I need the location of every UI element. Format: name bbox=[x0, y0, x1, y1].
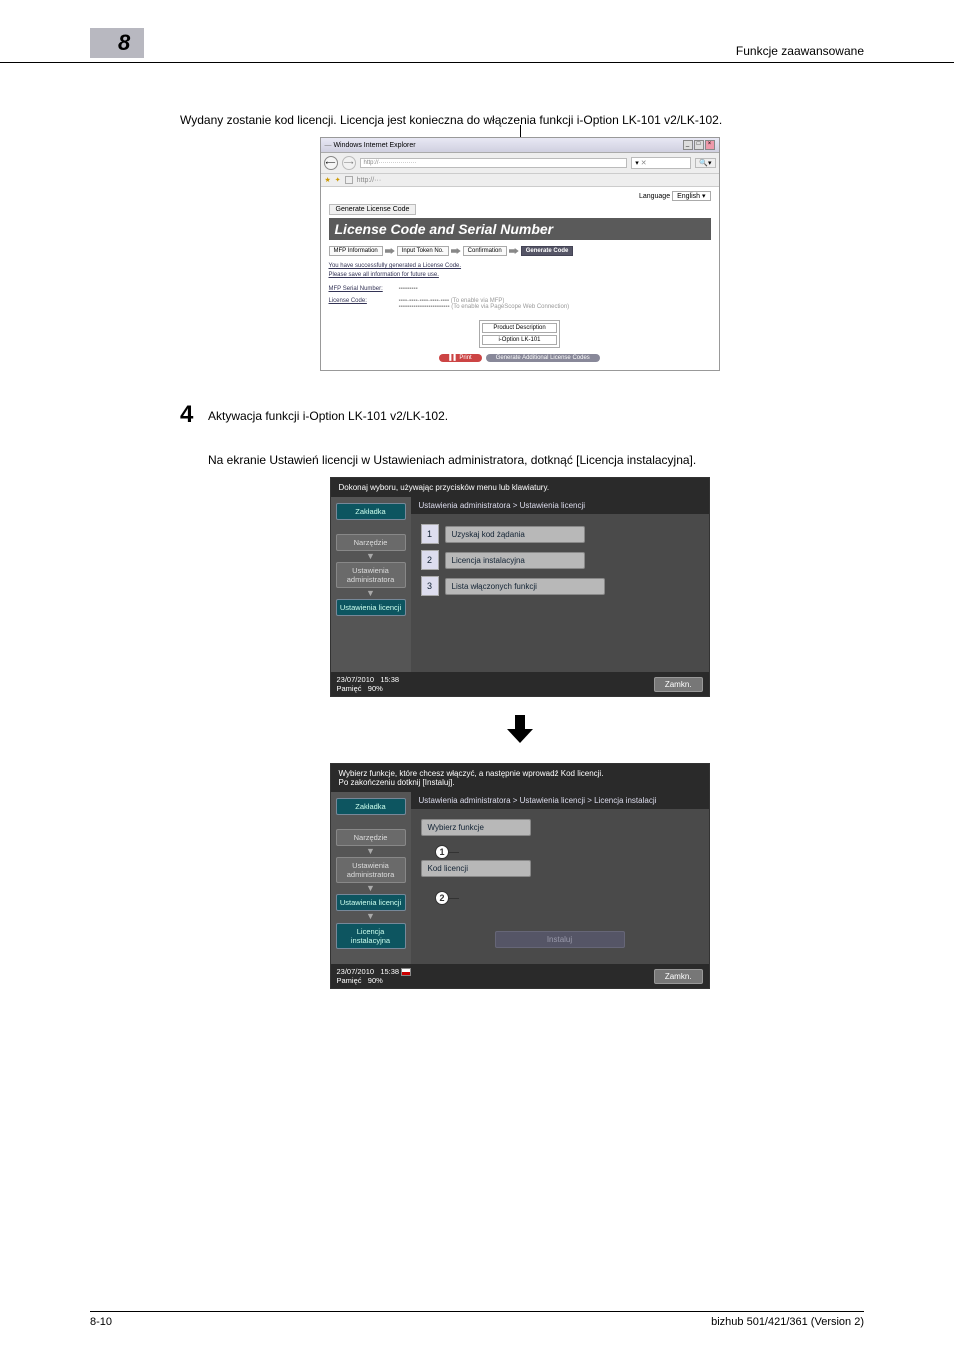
print-button[interactable]: ▌▌ Print bbox=[439, 354, 482, 362]
menu-index-3: 3 bbox=[421, 576, 439, 596]
arrow-down-icon bbox=[507, 715, 533, 745]
menu-enabled-functions[interactable]: Lista włączonych funkcji bbox=[445, 578, 605, 595]
success-msg-1: You have successfully generated a Licens… bbox=[329, 262, 711, 271]
success-msg-2: Please save all information for future u… bbox=[329, 271, 711, 280]
side-tab-zakladka[interactable]: Zakładka bbox=[336, 503, 406, 520]
status-flag-icon bbox=[401, 968, 411, 976]
serial-label: MFP Serial Number: bbox=[329, 286, 399, 292]
language-select[interactable]: English ▾ bbox=[672, 191, 710, 201]
product-desc-value: i-Option LK-101 bbox=[482, 335, 556, 345]
close-icon[interactable]: × bbox=[705, 140, 715, 150]
browser-title: — Windows Internet Explorer bbox=[325, 142, 416, 149]
language-label: Language bbox=[639, 193, 670, 200]
menu-index-2: 2 bbox=[421, 550, 439, 570]
wizard-steps: MFP Information Input Token No. Confirma… bbox=[329, 246, 711, 256]
panel2-date: 23/07/2010 bbox=[337, 967, 375, 976]
generate-more-button[interactable]: Generate Additional License Codes bbox=[486, 354, 600, 362]
step-text: Aktywacja funkcji i-Option LK-101 v2/LK-… bbox=[208, 401, 448, 429]
forward-icon[interactable]: ⟶ bbox=[342, 156, 356, 170]
substep-text: Na ekranie Ustawień licencji w Ustawieni… bbox=[208, 453, 859, 467]
arrow-down-icon: ▼ bbox=[336, 590, 406, 597]
side-item-license[interactable]: Ustawienia licencji bbox=[336, 599, 406, 616]
page-tab-label: http://··· bbox=[357, 177, 382, 184]
breadcrumb: Ustawienia administratora > Ustawienia l… bbox=[411, 497, 709, 514]
side-item-admin[interactable]: Ustawienia administratora bbox=[336, 562, 406, 588]
callout-1-line bbox=[449, 852, 459, 853]
select-functions-button[interactable]: Wybierz funkcje bbox=[421, 819, 531, 836]
mfp-panel-2: Wybierz funkcje, które chcesz włączyć, a… bbox=[330, 763, 710, 989]
product-name: bizhub 501/421/361 (Version 2) bbox=[711, 1316, 864, 1328]
callout-1: 1 bbox=[435, 845, 449, 859]
license-section-title: License Code and Serial Number bbox=[329, 218, 711, 240]
section-title: Funkcje zaawansowane bbox=[736, 44, 864, 58]
arrow-down-icon: ▼ bbox=[336, 913, 406, 920]
wizard-step-confirm: Confirmation bbox=[463, 246, 507, 256]
search-box[interactable]: ▾✕ bbox=[631, 157, 691, 169]
chevron-right-icon bbox=[451, 248, 461, 254]
chevron-right-icon bbox=[385, 248, 395, 254]
arrow-down-icon: ▼ bbox=[336, 553, 406, 560]
side-item-install-license[interactable]: Licencja instalacyjna bbox=[336, 923, 406, 949]
chapter-number: 8 bbox=[90, 28, 144, 58]
page-tab[interactable] bbox=[345, 176, 353, 184]
panel1-mem-label: Pamięć bbox=[337, 684, 362, 693]
wizard-step-generate: Generate Code bbox=[521, 246, 574, 256]
search-go-icon[interactable]: 🔍▾ bbox=[695, 158, 715, 168]
side-item-narzedzie[interactable]: Narzędzie bbox=[336, 534, 406, 551]
side-item-admin[interactable]: Ustawienia administratora bbox=[336, 857, 406, 883]
breadcrumb: Ustawienia administratora > Ustawienia l… bbox=[411, 792, 709, 809]
license-code-label: License Code: bbox=[329, 298, 399, 310]
menu-request-code[interactable]: Uzyskaj kod żądania bbox=[445, 526, 585, 543]
panel2-mem-val: 90% bbox=[368, 976, 383, 985]
close-button[interactable]: Zamkn. bbox=[654, 677, 703, 692]
favorites-star-icon[interactable]: ★ bbox=[325, 176, 331, 184]
mfp-panel-1: Dokonaj wyboru, używając przycisków menu… bbox=[330, 477, 710, 697]
arrow-down-icon: ▼ bbox=[336, 848, 406, 855]
panel1-date: 23/07/2010 bbox=[337, 675, 375, 684]
panel1-mem-val: 90% bbox=[368, 684, 383, 693]
serial-value: ▪▪▪▪▪▪▪▪▪ bbox=[399, 286, 418, 292]
callout-2: 2 bbox=[435, 891, 449, 905]
url-bar[interactable]: http://··················· bbox=[360, 158, 628, 168]
browser-window: — Windows Internet Explorer _ □ × ⟵ ⟶ ht… bbox=[320, 137, 720, 371]
wizard-step-token: Input Token No. bbox=[397, 246, 449, 256]
back-icon[interactable]: ⟵ bbox=[324, 156, 338, 170]
generate-license-tab[interactable]: Generate License Code bbox=[329, 204, 417, 215]
panel1-instruction: Dokonaj wyboru, używając przycisków menu… bbox=[331, 478, 709, 497]
menu-install-license[interactable]: Licencja instalacyjna bbox=[445, 552, 585, 569]
menu-index-1: 1 bbox=[421, 524, 439, 544]
side-tab-zakladka[interactable]: Zakładka bbox=[336, 798, 406, 815]
license-code-value: ▪▪▪▪-▪▪▪▪-▪▪▪▪-▪▪▪▪-▪▪▪▪ (To enable via … bbox=[399, 298, 570, 310]
minimize-icon[interactable]: _ bbox=[683, 140, 693, 150]
callout-2-line bbox=[449, 898, 459, 899]
product-desc-header: Product Description bbox=[482, 323, 556, 333]
side-item-narzedzie[interactable]: Narzędzie bbox=[336, 829, 406, 846]
panel2-time: 15:38 bbox=[380, 967, 399, 976]
panel2-instruction: Wybierz funkcje, które chcesz włączyć, a… bbox=[331, 764, 709, 792]
page-number: 8-10 bbox=[90, 1316, 112, 1328]
add-favorite-icon[interactable]: ✦ bbox=[335, 176, 341, 184]
product-table: Product Description i-Option LK-101 bbox=[479, 320, 559, 348]
license-code-button[interactable]: Kod licencji bbox=[421, 860, 531, 877]
maximize-icon[interactable]: □ bbox=[694, 140, 704, 150]
panel2-mem-label: Pamięć bbox=[337, 976, 362, 985]
arrow-down-icon: ▼ bbox=[336, 885, 406, 892]
chevron-right-icon bbox=[509, 248, 519, 254]
side-item-license[interactable]: Ustawienia licencji bbox=[336, 894, 406, 911]
step-number: 4 bbox=[180, 401, 208, 429]
wizard-step-mfp-info: MFP Information bbox=[329, 246, 383, 256]
install-button[interactable]: Instaluj bbox=[495, 931, 625, 948]
panel1-time: 15:38 bbox=[380, 675, 399, 684]
close-button[interactable]: Zamkn. bbox=[654, 969, 703, 984]
